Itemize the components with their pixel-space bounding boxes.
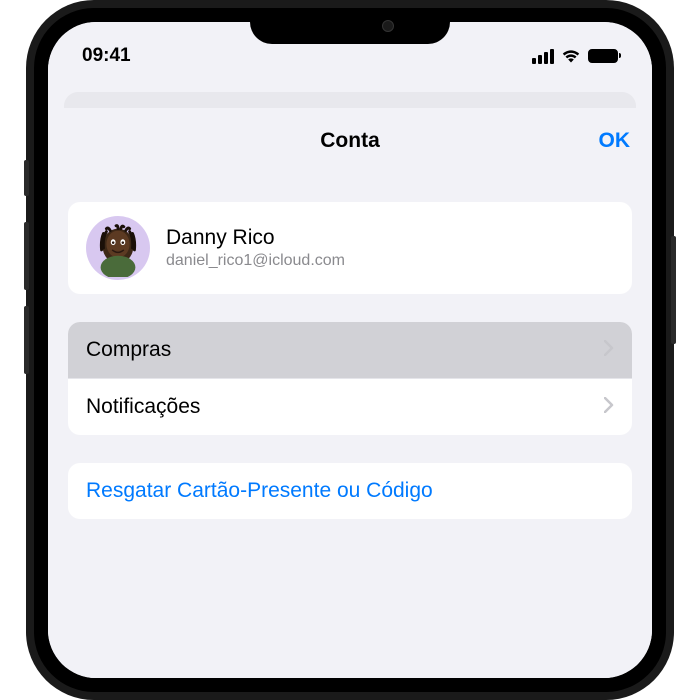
profile-row[interactable]: Danny Rico daniel_rico1@icloud.com (68, 202, 632, 294)
screen: 09:41 (48, 22, 652, 678)
status-time: 09:41 (82, 45, 131, 67)
chevron-right-icon (604, 397, 614, 418)
profile-info: Danny Rico daniel_rico1@icloud.com (166, 226, 345, 270)
mute-switch (24, 160, 29, 196)
profile-section: Danny Rico daniel_rico1@icloud.com (68, 202, 632, 294)
profile-email: daniel_rico1@icloud.com (166, 252, 345, 270)
chevron-right-icon (604, 340, 614, 361)
volume-up-button (24, 222, 29, 290)
power-button (671, 236, 676, 344)
phone-frame: 09:41 (26, 0, 674, 700)
notch (250, 8, 450, 44)
volume-down-button (24, 306, 29, 374)
wifi-icon (561, 49, 581, 64)
redeem-gift-card-row[interactable]: Resgatar Cartão-Presente ou Código (68, 463, 632, 519)
status-icons (532, 49, 618, 64)
avatar (86, 216, 150, 280)
ok-button[interactable]: OK (599, 129, 631, 153)
notifications-label: Notificações (86, 395, 200, 419)
phone-bezel: 09:41 (34, 8, 666, 692)
modal-title: Conta (320, 129, 380, 153)
purchases-row[interactable]: Compras (68, 322, 632, 378)
battery-icon (588, 49, 618, 63)
profile-name: Danny Rico (166, 226, 345, 250)
purchases-label: Compras (86, 338, 171, 362)
links-section: Resgatar Cartão-Presente ou Código (68, 463, 632, 519)
front-camera (382, 20, 394, 32)
account-modal: Conta OK (48, 108, 652, 678)
redeem-gift-card-label: Resgatar Cartão-Presente ou Código (86, 479, 614, 503)
notifications-row[interactable]: Notificações (68, 378, 632, 435)
cellular-signal-icon (532, 49, 554, 64)
menu-section: Compras Notificações (68, 322, 632, 435)
modal-header: Conta OK (48, 108, 652, 174)
